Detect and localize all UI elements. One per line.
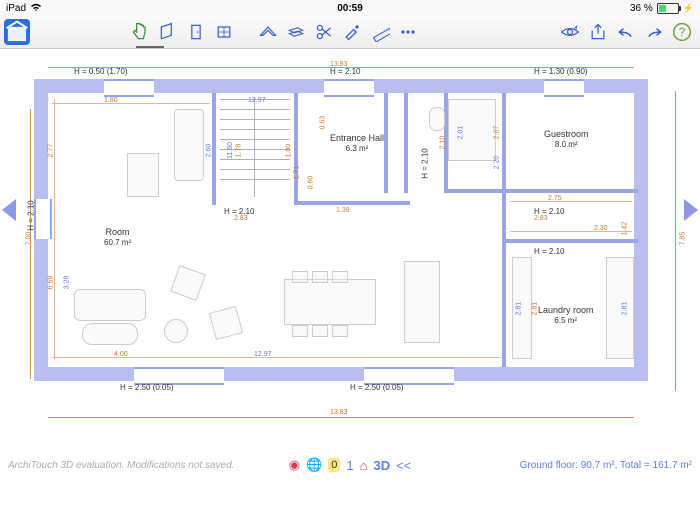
room-entrance-label: Entrance Hall6.3 m² <box>330 133 384 153</box>
level-total: 1 <box>346 458 353 473</box>
wl-mid-r2: H = 2.10 <box>421 148 430 178</box>
wl-top-mid: H = 2.10 <box>330 67 360 76</box>
help-icon[interactable]: ? <box>669 19 695 45</box>
door-tool-icon[interactable] <box>183 19 209 45</box>
floorplan-canvas[interactable]: 13.83 13.83 7.85 7.00 <box>0 49 700 479</box>
dim-height-l: 7.00 <box>25 232 32 246</box>
wall-tool-icon[interactable] <box>155 19 181 45</box>
select-hand-icon[interactable] <box>127 19 153 45</box>
view-eye-icon[interactable] <box>557 19 583 45</box>
measure-tool-icon[interactable] <box>367 19 393 45</box>
share-icon[interactable] <box>585 19 611 45</box>
roof-view-icon[interactable]: ⌂ <box>360 458 368 473</box>
wl-side: H = 2.10 <box>27 200 36 230</box>
app-icon[interactable] <box>4 19 30 45</box>
window-tool-icon[interactable] <box>211 19 237 45</box>
undo-icon[interactable] <box>613 19 639 45</box>
redo-icon[interactable] <box>641 19 667 45</box>
wl-bot-right: H = 2.50 (0.05) <box>350 383 404 392</box>
more-tools-icon[interactable] <box>395 19 421 45</box>
next-arrow[interactable] <box>684 199 698 221</box>
dim-height-r: 7.85 <box>680 232 687 246</box>
wl-top-right: H = 1.30 (0.90) <box>534 67 588 76</box>
room-guest-label: Guestroom8.0 m² <box>544 129 589 149</box>
room-main-label: Room60.7 m² <box>104 227 131 247</box>
wl-top-left: H = 0.50 (1.70) <box>74 67 128 76</box>
rewind-icon[interactable]: << <box>396 458 411 473</box>
paint-tool-icon[interactable] <box>339 19 365 45</box>
floor-plan: Room60.7 m² Entrance Hall6.3 m² Guestroo… <box>34 79 648 381</box>
locate-icon[interactable]: ◉ <box>289 457 300 473</box>
main-toolbar: ? Edition <box>0 16 700 49</box>
globe-icon[interactable]: 🌐 <box>306 457 322 473</box>
mode-3d[interactable]: 3D <box>373 458 390 473</box>
bottom-bar: ArchiTouch 3D evaluation. Modifications … <box>0 451 700 479</box>
battery-icon <box>657 3 679 14</box>
level-current[interactable]: 0 <box>328 458 340 472</box>
prev-arrow[interactable] <box>2 199 16 221</box>
roof-tool-icon[interactable] <box>255 19 281 45</box>
slab-tool-icon[interactable] <box>283 19 309 45</box>
ios-status-bar: iPad 00:59 36 % ⚡ <box>0 0 700 16</box>
view-controls: ◉ 🌐 0 1 ⌂ 3D << <box>0 457 700 473</box>
wl-bot-left: H = 2.50 (0.05) <box>120 383 174 392</box>
cut-tool-icon[interactable] <box>311 19 337 45</box>
dim-width-bot: 13.83 <box>330 409 348 416</box>
wl-mid-r3: H = 2.10 <box>534 247 564 256</box>
room-laundry-label: Laundry room6.5 m² <box>538 305 594 325</box>
clock: 00:59 <box>0 3 700 14</box>
svg-text:?: ? <box>679 26 686 39</box>
